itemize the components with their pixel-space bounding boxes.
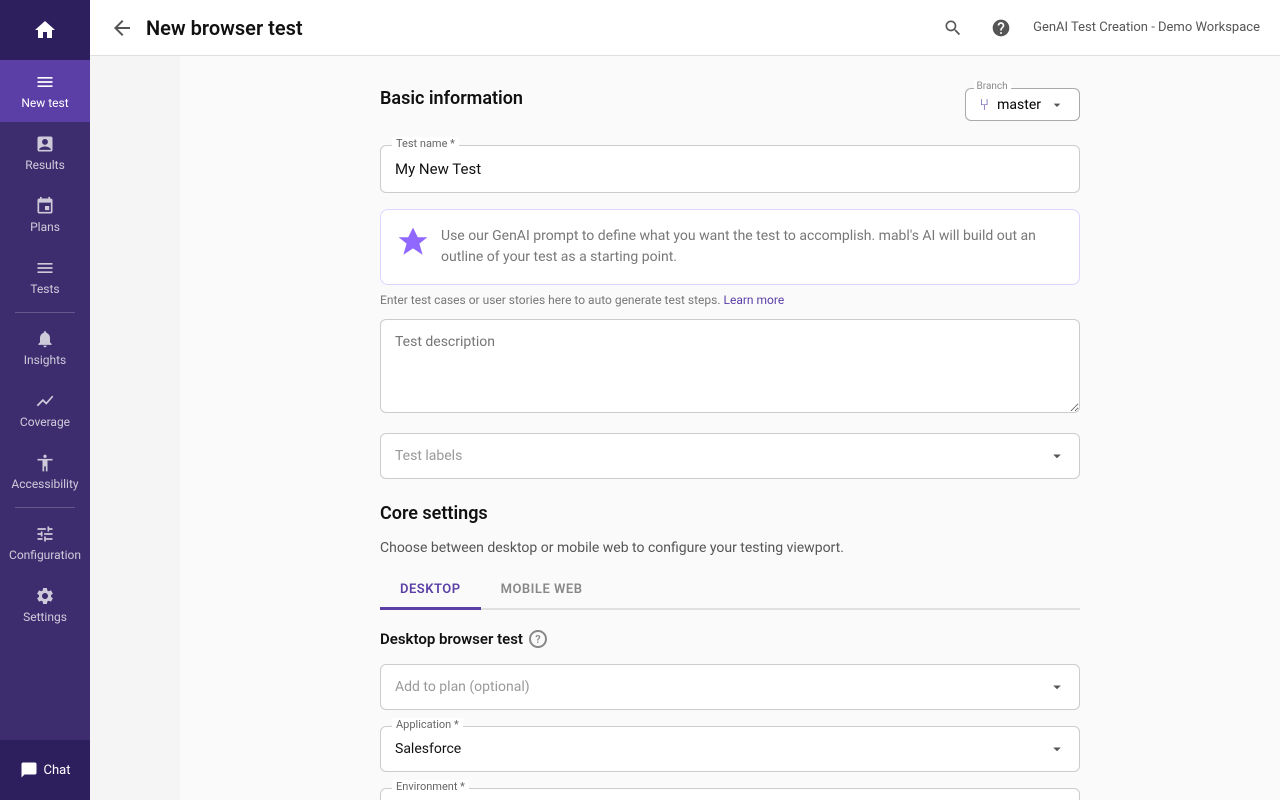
main-content: Basic information Branch ⑂ master Test n… bbox=[180, 56, 1280, 800]
core-settings-title: Core settings bbox=[380, 503, 1080, 524]
content-area: Basic information Branch ⑂ master Test n… bbox=[380, 88, 1080, 800]
topbar-right: GenAI Test Creation - Demo Workspace bbox=[937, 12, 1260, 44]
topbar: New browser test GenAI Test Creation - D… bbox=[90, 0, 1280, 56]
genai-text: Use our GenAI prompt to define what you … bbox=[441, 226, 1063, 268]
workspace-label: GenAI Test Creation - Demo Workspace bbox=[1033, 20, 1260, 35]
basic-info-header: Basic information Branch ⑂ master bbox=[380, 88, 1080, 125]
sidebar-divider-2 bbox=[15, 507, 75, 508]
sidebar-item-insights[interactable]: Insights bbox=[0, 317, 90, 379]
application-group: Application * Salesforce bbox=[380, 726, 1080, 772]
branch-label: Branch bbox=[974, 81, 1011, 92]
application-select[interactable]: Salesforce bbox=[380, 726, 1080, 772]
branch-dropdown-icon bbox=[1049, 97, 1065, 113]
genai-icon bbox=[397, 226, 429, 258]
branch-selector[interactable]: Branch ⑂ master bbox=[965, 88, 1080, 121]
test-labels-group: Test labels bbox=[380, 433, 1080, 479]
core-settings-desc: Choose between desktop or mobile web to … bbox=[380, 540, 1080, 556]
tab-mobile-web[interactable]: MOBILE WEB bbox=[481, 572, 603, 610]
sidebar: New test Results Plans Tests Insights Co… bbox=[0, 0, 90, 800]
sidebar-item-coverage[interactable]: Coverage bbox=[0, 379, 90, 441]
viewport-tabs: DESKTOP MOBILE WEB bbox=[380, 572, 1080, 610]
search-button[interactable] bbox=[937, 12, 969, 44]
add-to-plan-select[interactable]: Add to plan (optional) bbox=[380, 664, 1080, 710]
test-description-input[interactable] bbox=[380, 319, 1080, 413]
add-to-plan-group: Add to plan (optional) bbox=[380, 664, 1080, 710]
desktop-test-help-icon[interactable]: ? bbox=[529, 630, 547, 648]
environment-label: Environment * bbox=[392, 780, 469, 793]
test-desc-wrapper bbox=[380, 319, 1080, 417]
genai-helper: Enter test cases or user stories here to… bbox=[380, 293, 1080, 307]
test-name-label: Test name * bbox=[392, 137, 459, 150]
sidebar-item-tests[interactable]: Tests bbox=[0, 246, 90, 308]
sidebar-item-accessibility[interactable]: Accessibility bbox=[0, 441, 90, 503]
application-label: Application * bbox=[392, 718, 463, 731]
environment-group: Environment * bbox=[380, 788, 1080, 800]
desktop-test-label: Desktop browser test ? bbox=[380, 630, 1080, 648]
sidebar-item-new-test[interactable]: New test bbox=[0, 60, 90, 122]
basic-info-title: Basic information bbox=[380, 88, 523, 109]
test-name-input[interactable] bbox=[380, 145, 1080, 193]
tab-desktop[interactable]: DESKTOP bbox=[380, 572, 481, 610]
learn-more-link[interactable]: Learn more bbox=[724, 293, 785, 307]
genai-prompt-box: Use our GenAI prompt to define what you … bbox=[380, 209, 1080, 285]
home-button[interactable] bbox=[0, 0, 90, 60]
environment-box bbox=[380, 788, 1080, 800]
sidebar-item-plans[interactable]: Plans bbox=[0, 184, 90, 246]
core-settings: Core settings Choose between desktop or … bbox=[380, 503, 1080, 800]
chat-button[interactable]: Chat bbox=[0, 740, 90, 800]
sidebar-item-configuration[interactable]: Configuration bbox=[0, 512, 90, 574]
page-title: New browser test bbox=[146, 16, 303, 40]
branch-icon: ⑂ bbox=[980, 95, 990, 114]
branch-value: master bbox=[997, 97, 1041, 113]
test-name-group: Test name * bbox=[380, 145, 1080, 193]
test-labels-select[interactable]: Test labels bbox=[380, 433, 1080, 479]
back-button[interactable] bbox=[110, 16, 134, 40]
sidebar-item-results[interactable]: Results bbox=[0, 122, 90, 184]
help-button[interactable] bbox=[985, 12, 1017, 44]
sidebar-divider bbox=[15, 312, 75, 313]
test-labels-placeholder: Test labels bbox=[395, 448, 462, 464]
sidebar-item-settings[interactable]: Settings bbox=[0, 574, 90, 636]
